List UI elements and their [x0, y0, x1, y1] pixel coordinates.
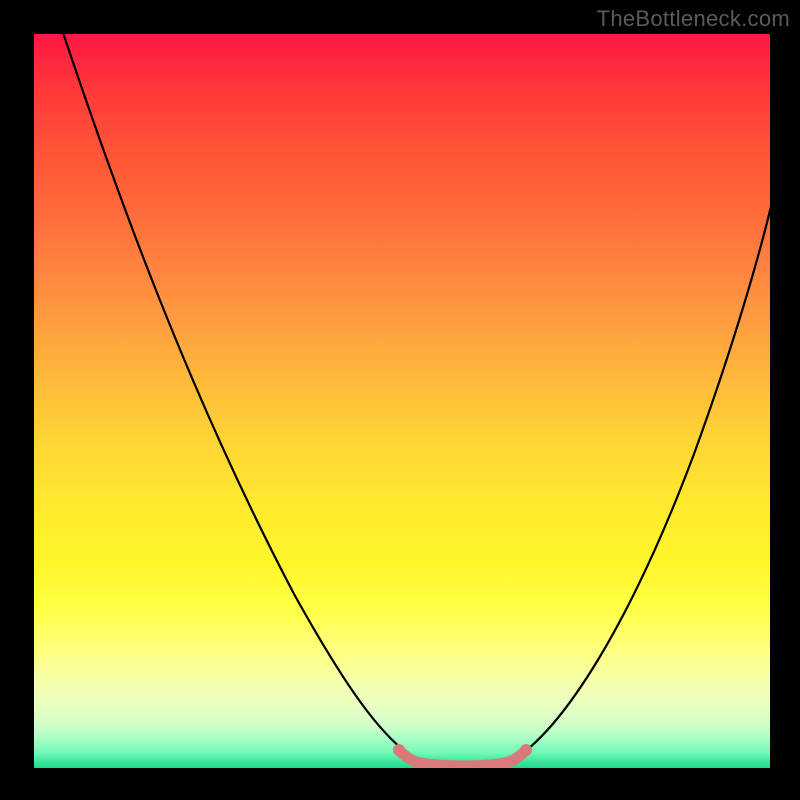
- optimal-marker-dot-right: [520, 744, 532, 756]
- watermark-text: TheBottleneck.com: [597, 6, 790, 32]
- bottleneck-curve-right: [506, 194, 770, 764]
- curve-overlay: [34, 34, 770, 768]
- bottleneck-curve-left: [60, 34, 424, 764]
- plot-area: [34, 34, 770, 768]
- optimal-zone-marker: [399, 750, 526, 766]
- chart-container: TheBottleneck.com: [0, 0, 800, 800]
- optimal-marker-dot-left: [393, 744, 405, 756]
